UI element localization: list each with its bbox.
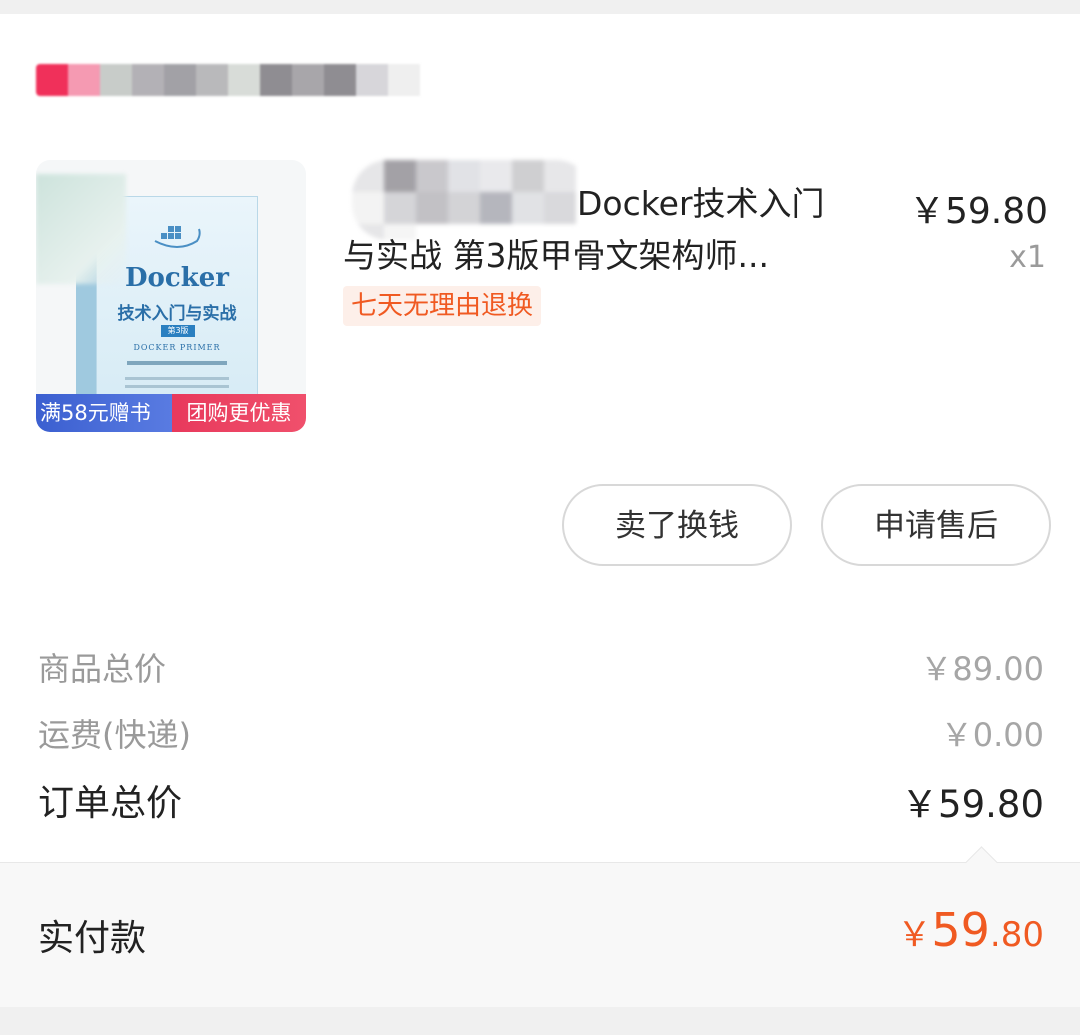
product-title[interactable]: Docker技术入门 与实战 第3版甲骨文架构师... — [343, 178, 863, 282]
order-card: Docker 技术入门与实战 第3版 DOCKER PRIMER 满58元赠书 … — [0, 14, 1080, 1007]
book-text-line — [125, 385, 229, 388]
book-authors — [127, 361, 227, 365]
book-text-line — [125, 377, 229, 380]
promo-tag-gift: 满58元赠书 — [36, 394, 176, 432]
order-total-row: 订单总价 ￥59.80 — [38, 774, 1044, 826]
actual-payment-panel: 实付款 ￥59.80 — [0, 846, 1080, 1007]
shipping-label: 运费(快递) — [38, 716, 191, 754]
product-title-line2: 与实战 第3版甲骨文架构师... — [343, 236, 769, 275]
goods-total-label: 商品总价 — [38, 650, 167, 688]
promo-tag-group-buy: 团购更优惠 — [172, 394, 306, 432]
image-blur-overlay — [36, 174, 126, 284]
product-image[interactable]: Docker 技术入门与实战 第3版 DOCKER PRIMER 满58元赠书 … — [36, 160, 306, 432]
book-edition: 第3版 — [161, 325, 195, 337]
after-sales-button[interactable]: 申请售后 — [821, 484, 1051, 566]
shipping-row: 运费(快递) ￥0.00 — [38, 710, 1044, 760]
book-title-cn: 技术入门与实战 — [117, 304, 237, 324]
payment-currency: ￥ — [897, 915, 932, 955]
goods-total-value: ￥89.00 — [920, 650, 1044, 688]
actual-payment-label: 实付款 — [38, 918, 147, 959]
payment-integer: 59 — [931, 903, 990, 957]
panel-notch — [965, 846, 998, 879]
whale-logo-icon — [154, 226, 201, 248]
store-name[interactable] — [36, 64, 436, 110]
product-quantity: x1 — [1009, 240, 1046, 275]
order-total-value: ￥59.80 — [901, 783, 1044, 826]
payment-decimal: .80 — [989, 915, 1044, 955]
goods-total-row: 商品总价 ￥89.00 — [38, 644, 1044, 694]
sell-button[interactable]: 卖了换钱 — [562, 484, 792, 566]
order-total-label: 订单总价 — [38, 783, 183, 824]
product-title-line1: Docker技术入门 — [577, 184, 825, 223]
store-name-blurred — [36, 64, 436, 96]
shipping-value: ￥0.00 — [940, 716, 1044, 754]
product-price: ￥59.80 — [908, 191, 1048, 232]
actual-payment-amount: ￥59.80 — [897, 903, 1044, 957]
book-subtitle: DOCKER PRIMER — [133, 343, 221, 352]
return-policy-badge: 七天无理由退换 — [343, 286, 542, 326]
